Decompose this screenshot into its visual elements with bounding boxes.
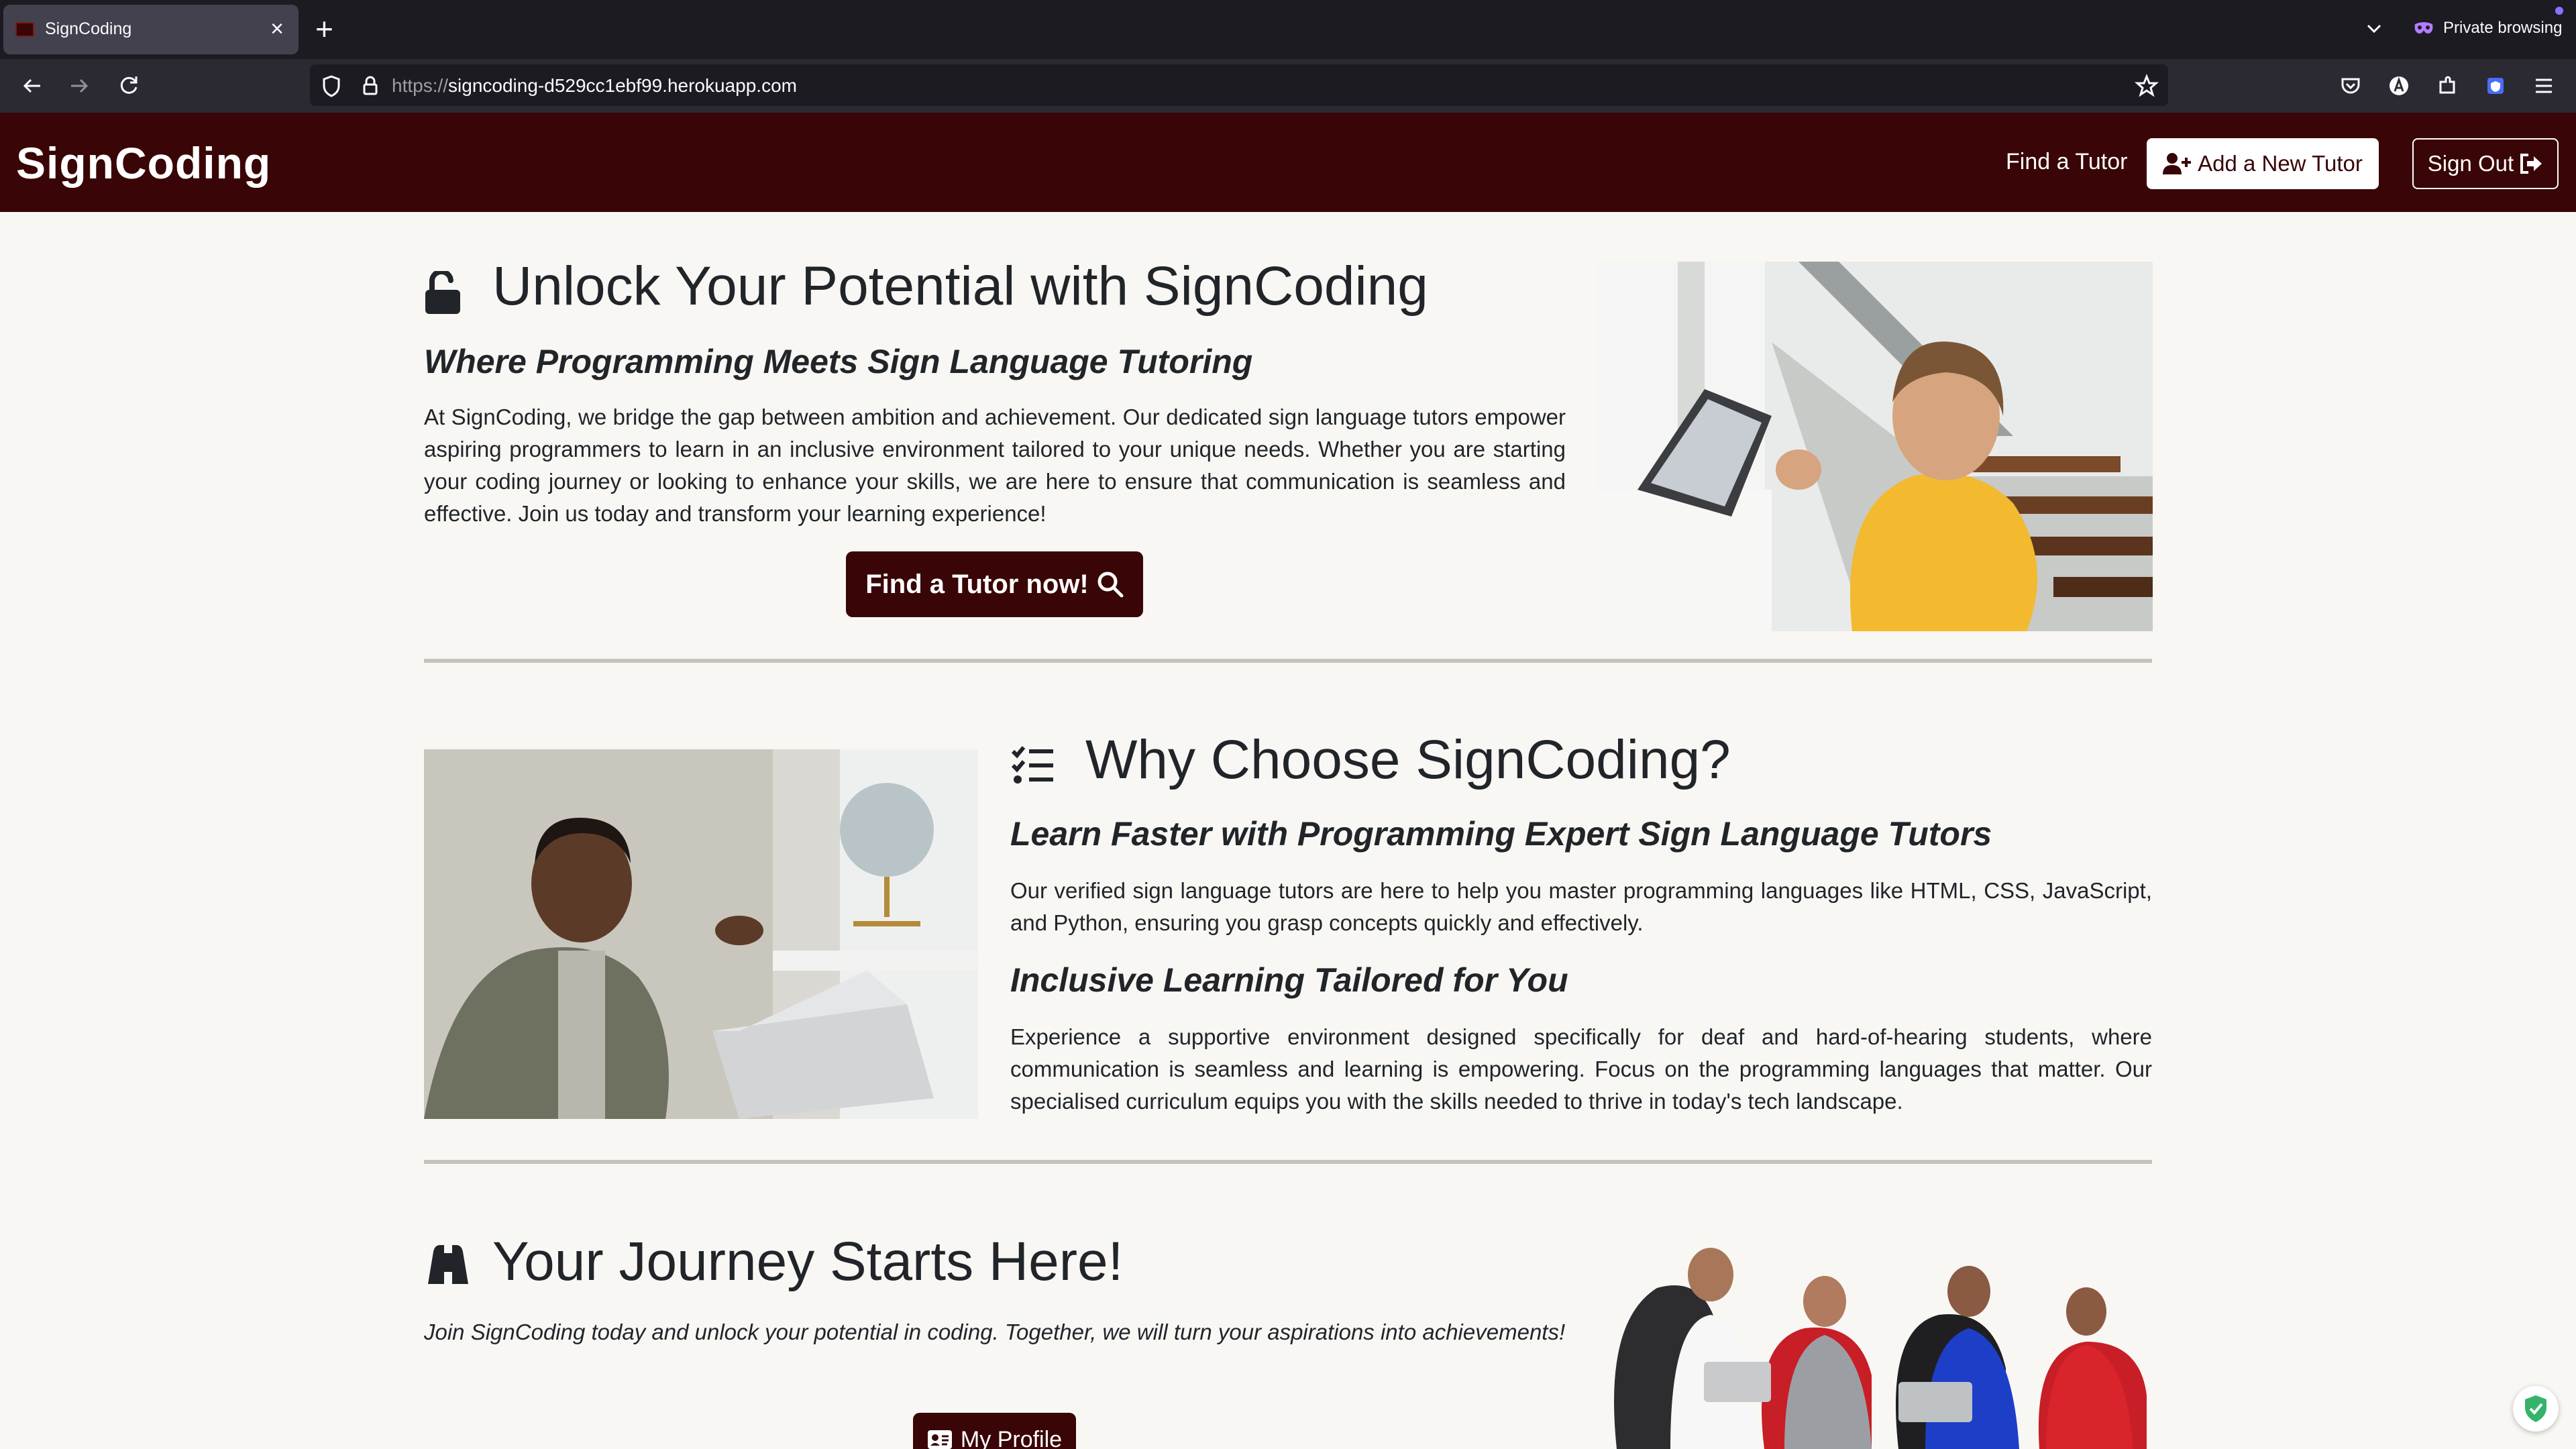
security-shield-badge[interactable] — [2513, 1386, 2559, 1432]
tab-favicon-icon — [15, 22, 34, 37]
url-host: signcoding-d529cc1ebf99.herokuapp.com — [448, 75, 797, 96]
find-tutor-now-button[interactable]: Find a Tutor now! — [846, 551, 1143, 617]
sign-out-button[interactable]: Sign Out — [2412, 138, 2559, 189]
section-divider — [424, 659, 2152, 663]
add-new-tutor-button[interactable]: Add a New Tutor — [2147, 138, 2379, 189]
sign-out-icon — [2520, 154, 2542, 174]
find-tutor-now-label: Find a Tutor now! — [865, 569, 1089, 599]
why-title: Why Choose SignCoding? — [1085, 729, 1731, 790]
chevron-down-icon[interactable] — [2364, 19, 2384, 39]
lock-icon[interactable] — [356, 71, 385, 101]
bookmark-star-icon[interactable] — [2132, 71, 2161, 101]
back-arrow-icon[interactable] — [17, 71, 47, 101]
extension-badge-icon[interactable] — [2481, 71, 2510, 101]
reload-icon[interactable] — [114, 71, 144, 101]
binoculars-icon — [428, 1245, 468, 1284]
user-plus-icon — [2163, 153, 2192, 174]
why-body-tutors: Our verified sign language tutors are he… — [1010, 878, 2152, 935]
why-body-inclusive: Experience a supportive environment desi… — [1010, 1024, 2152, 1114]
shield-tracking-icon[interactable] — [317, 71, 346, 101]
browser-tabstrip: SignCoding × + Private browsing — [0, 0, 2576, 59]
section-divider — [424, 1160, 2152, 1164]
tab-close-icon[interactable]: × — [270, 15, 284, 42]
hero-subtitle: Where Programming Meets Sign Language Tu… — [424, 343, 1253, 380]
notification-dot — [2555, 7, 2563, 15]
brand-logo[interactable]: SignCoding — [16, 138, 271, 189]
my-profile-button[interactable]: My Profile — [913, 1413, 1076, 1449]
hero-body: At SignCoding, we bridge the gap between… — [424, 405, 1566, 526]
private-browsing-label: Private browsing — [2443, 19, 2563, 37]
hero-title: Unlock Your Potential with SignCoding — [492, 256, 1428, 317]
url-scheme: https:// — [392, 75, 449, 96]
journey-body: Join SignCoding today and unlock your po… — [424, 1320, 1566, 1344]
shield-check-icon — [2525, 1395, 2546, 1422]
unlock-icon — [425, 271, 460, 314]
extensions-icon[interactable] — [2432, 71, 2462, 101]
journey-title: Your Journey Starts Here! — [492, 1231, 1124, 1292]
why-subtitle-tutors: Learn Faster with Programming Expert Sig… — [1010, 815, 1992, 853]
why-tutor-photo — [424, 749, 978, 1119]
list-check-icon — [1011, 746, 1053, 784]
forward-arrow-icon[interactable] — [64, 71, 94, 101]
journey-group-photo — [1614, 1248, 2147, 1449]
sign-out-label: Sign Out — [2427, 151, 2514, 176]
private-mask-icon — [2414, 22, 2433, 34]
url-text[interactable]: https://signcoding-d529cc1ebf99.herokuap… — [392, 75, 797, 97]
nav-find-tutor-link[interactable]: Find a Tutor — [2006, 149, 2127, 175]
menu-hamburger-icon[interactable] — [2529, 71, 2559, 101]
add-new-tutor-label: Add a New Tutor — [2198, 151, 2363, 176]
search-icon — [1097, 572, 1124, 598]
tab-title: SignCoding — [45, 19, 132, 38]
browser-tab[interactable]: SignCoding × — [3, 5, 299, 54]
pocket-icon[interactable] — [2336, 71, 2365, 101]
my-profile-label: My Profile — [960, 1426, 1063, 1449]
new-tab-icon[interactable]: + — [315, 12, 333, 46]
account-icon[interactable] — [2384, 71, 2414, 101]
why-subtitle-inclusive: Inclusive Learning Tailored for You — [1010, 961, 1568, 999]
hero-student-photo — [1597, 262, 2153, 631]
id-card-icon — [927, 1430, 952, 1449]
